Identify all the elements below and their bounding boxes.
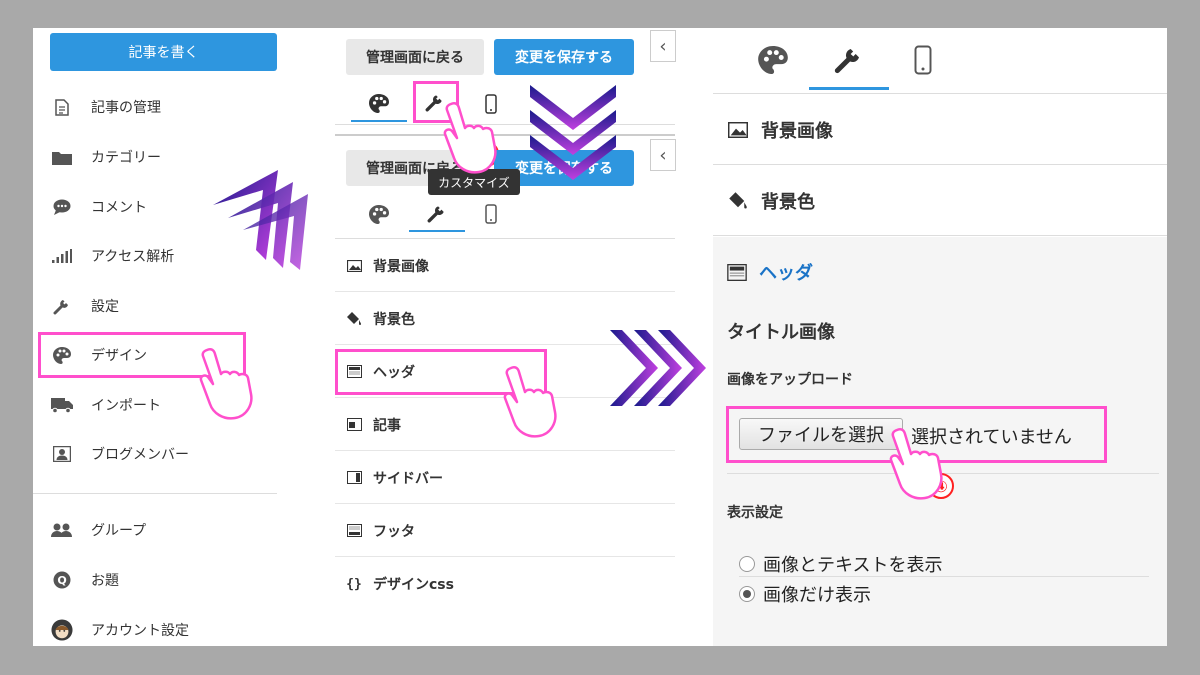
chevron-arrow-right-icon: [610, 330, 706, 406]
sidebar-item-label: 記事の管理: [91, 100, 161, 116]
menu-sidebar[interactable]: サイドバー: [335, 452, 675, 504]
row-label: 背景画像: [761, 120, 833, 142]
tab-design-2[interactable]: [351, 196, 407, 232]
footer-layout-icon: [345, 524, 363, 537]
truck-icon: [51, 394, 73, 416]
braces-icon: {}: [346, 576, 362, 592]
header-settings-panel: 背景画像 背景色 ヘッダ タイトル画像 画像をアップロード ファイルを選択 選択…: [713, 28, 1167, 646]
tab-design[interactable]: [351, 86, 407, 122]
paint-bucket-icon: [345, 311, 363, 326]
header-section-label: ヘッダ: [759, 263, 813, 284]
write-article-button[interactable]: 記事を書く: [50, 33, 277, 71]
radio-image-only[interactable]: 画像だけ表示: [739, 581, 871, 607]
article-layout-icon: [345, 418, 363, 431]
sidebar-item-label: カテゴリー: [91, 150, 161, 166]
radio-button-selected[interactable]: [739, 586, 755, 602]
sidebar-item-label: コメント: [91, 200, 147, 216]
settings-tab-smartphone[interactable]: [883, 30, 963, 90]
sidebar-item-label: アカウント設定: [91, 623, 189, 639]
radio-button[interactable]: [739, 556, 755, 572]
tab-divider-2: [335, 238, 675, 239]
smartphone-icon: [485, 204, 497, 224]
screenshot-canvas: 記事を書く 記事の管理 カテゴリー コメント アクセス解析 設定 デザイン イン…: [33, 28, 1167, 646]
sidebar-item-label: インポート: [91, 398, 161, 414]
sidebar-item-topics[interactable]: Q お題: [51, 567, 281, 593]
chevron-left-icon: ‹: [659, 35, 667, 57]
sidebar-divider: [33, 493, 277, 494]
sidebar-item-label: ブログメンバー: [91, 447, 189, 463]
header-layout-icon: [727, 263, 747, 281]
sidebar-item-label: 設定: [91, 299, 119, 315]
wrench-icon: [51, 295, 73, 317]
palette-icon: [369, 204, 389, 224]
settings-tab-customize[interactable]: [809, 30, 889, 90]
back-to-admin-button[interactable]: 管理画面に戻る: [346, 39, 484, 75]
sidebar-item-settings[interactable]: 設定: [51, 293, 281, 319]
sidebar-item-label: グループ: [91, 523, 147, 539]
menu-label: 背景画像: [373, 258, 429, 275]
settings-row-background-image[interactable]: 背景画像: [713, 95, 1167, 165]
radio-divider: [739, 576, 1149, 577]
image-icon: [727, 121, 749, 138]
menu-label: 記事: [373, 417, 401, 434]
smartphone-icon: [914, 45, 932, 75]
sidebar-item-articles[interactable]: 記事の管理: [51, 94, 281, 120]
menu-footer[interactable]: フッタ: [335, 505, 675, 557]
wrench-icon: [834, 48, 859, 73]
sidebar-item-label: お題: [91, 573, 119, 589]
member-card-icon: [51, 443, 73, 465]
sidebar-item-account[interactable]: アカウント設定: [51, 617, 281, 643]
settings-row-background-color[interactable]: 背景色: [713, 166, 1167, 236]
sidebar-layout-icon: [345, 471, 363, 484]
image-icon: [345, 259, 363, 272]
pointing-hand-icon: [443, 101, 497, 174]
sidebar-item-label: アクセス解析: [91, 249, 175, 265]
chevron-arrow-up-right-icon: [213, 170, 308, 270]
collapse-panel-button[interactable]: ‹: [650, 30, 676, 62]
paint-bucket-icon: [727, 191, 749, 210]
folder-icon: [51, 146, 73, 168]
pointing-hand-icon: [199, 347, 253, 420]
wrench-icon: [427, 206, 444, 223]
avatar-icon: [51, 619, 73, 641]
radio-image-and-text[interactable]: 画像とテキストを表示: [739, 551, 942, 577]
tab-customize-2[interactable]: [409, 196, 465, 232]
upload-label: 画像をアップロード: [727, 372, 853, 388]
display-settings-heading: 表示設定: [727, 505, 783, 521]
radio-label: 画像だけ表示: [763, 585, 871, 606]
q-badge-icon: Q: [51, 569, 73, 591]
chevron-left-icon: ‹: [659, 144, 667, 166]
pointing-hand-icon: [889, 427, 943, 500]
speech-bubble-icon: [51, 196, 73, 218]
menu-background-image[interactable]: 背景画像: [335, 240, 675, 292]
palette-icon: [369, 93, 389, 113]
settings-tab-design[interactable]: [733, 30, 813, 90]
pointing-hand-icon: [503, 365, 557, 438]
svg-text:Q: Q: [57, 574, 66, 587]
save-changes-button[interactable]: 変更を保存する: [494, 39, 634, 75]
signal-bars-icon: [51, 245, 73, 267]
tab-smartphone-2[interactable]: [463, 196, 519, 232]
sidebar-item-groups[interactable]: グループ: [51, 517, 281, 543]
row-label: 背景色: [761, 191, 815, 213]
people-icon: [51, 519, 73, 541]
document-icon: [51, 96, 73, 118]
radio-label: 画像とテキストを表示: [763, 555, 943, 576]
header-section-title[interactable]: ヘッダ: [727, 259, 813, 285]
collapse-panel-button-2[interactable]: ‹: [650, 139, 676, 171]
title-image-heading: タイトル画像: [727, 322, 835, 343]
menu-label: 背景色: [373, 311, 415, 328]
menu-design-css[interactable]: {} デザインcss: [335, 558, 675, 610]
menu-label: サイドバー: [373, 470, 443, 487]
menu-label: フッタ: [373, 523, 415, 540]
chevron-arrow-down-icon: [530, 85, 616, 180]
palette-icon: [758, 46, 788, 74]
sidebar-item-members[interactable]: ブログメンバー: [51, 441, 281, 467]
menu-label: デザインcss: [373, 577, 454, 593]
